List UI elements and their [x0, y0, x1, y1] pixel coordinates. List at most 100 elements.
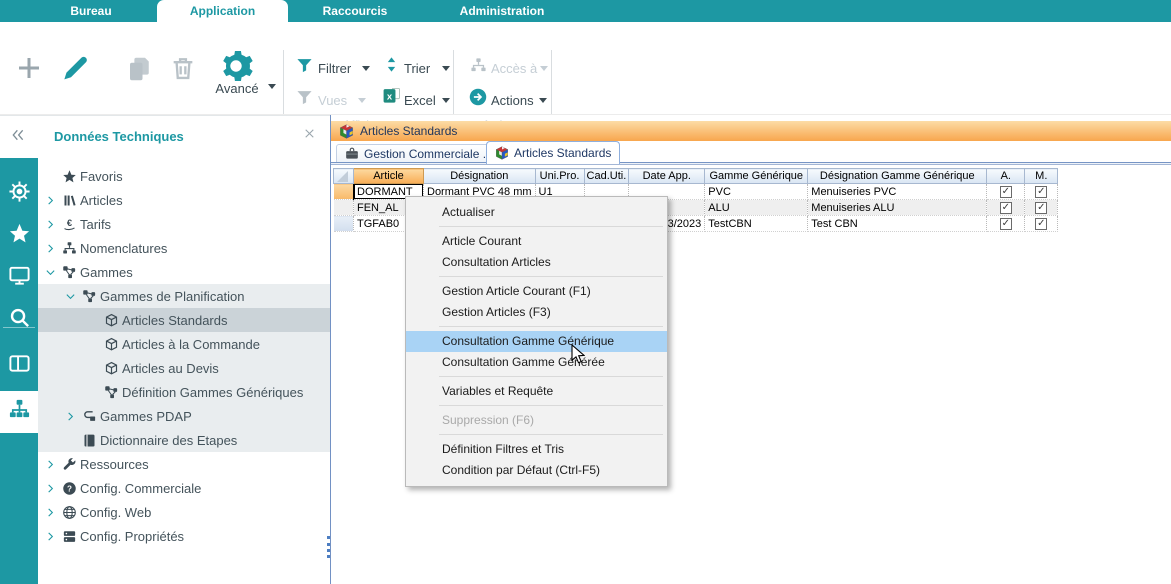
tree-item-tarifs[interactable]: € Tarifs: [38, 212, 330, 236]
checkbox-checked-icon[interactable]: ✓: [1035, 218, 1047, 230]
ribbon-tab-bureau[interactable]: Bureau: [30, 0, 152, 22]
tree-item-favoris[interactable]: Favoris: [38, 164, 330, 188]
cell-checkbox-a[interactable]: ✓: [987, 200, 1025, 216]
ribbon-tab-administration[interactable]: Administration: [428, 0, 576, 22]
filter-caret-icon[interactable]: [362, 66, 370, 71]
checkbox-checked-icon[interactable]: ✓: [1000, 218, 1012, 230]
rail-item-favorites[interactable]: [0, 215, 38, 257]
cell-checkbox-m[interactable]: ✓: [1025, 216, 1058, 232]
row-selector[interactable]: [334, 200, 354, 216]
tree-item-gammes-planification[interactable]: Gammes de Planification: [38, 284, 330, 308]
column-header-caduti[interactable]: Cad.Uti.: [584, 169, 629, 184]
cell-gamme[interactable]: PVC: [705, 184, 808, 200]
row-selector[interactable]: [334, 216, 354, 232]
tree-item-articles-devis[interactable]: Articles au Devis: [38, 356, 330, 380]
rail-item-monitor[interactable]: [0, 257, 38, 299]
panel-splitter[interactable]: [330, 115, 331, 584]
column-header-gamme[interactable]: Gamme Générique: [705, 169, 808, 184]
tab-articles-standards[interactable]: Articles Standards: [486, 141, 620, 164]
menu-item-gestion-article-courant[interactable]: Gestion Article Courant (F1): [406, 281, 667, 302]
splitter-handle-icon[interactable]: [327, 536, 330, 558]
edit-button[interactable]: [56, 51, 94, 89]
menu-item-variables-et-requete[interactable]: Variables et Requête: [406, 381, 667, 402]
column-header-unipro[interactable]: Uni.Pro.: [535, 169, 584, 184]
column-header-a[interactable]: A.: [987, 169, 1025, 184]
column-header-article[interactable]: Article: [354, 169, 424, 184]
menu-item-consultation-gamme-generee[interactable]: Consultation Gamme Générée: [406, 352, 667, 373]
cell-checkbox-m[interactable]: ✓: [1025, 200, 1058, 216]
cell-gamme[interactable]: ALU: [705, 200, 808, 216]
tree-item-articles-standards[interactable]: Articles Standards: [38, 308, 330, 332]
excel-button[interactable]: x: [381, 88, 401, 108]
cell-checkbox-a[interactable]: ✓: [987, 216, 1025, 232]
menu-item-article-courant[interactable]: Article Courant: [406, 231, 667, 252]
tree-item-articles-commande[interactable]: Articles à la Commande: [38, 332, 330, 356]
cell-desgamme[interactable]: Menuiseries ALU: [808, 200, 987, 216]
chevron-right-icon[interactable]: [42, 219, 58, 230]
select-all-corner[interactable]: [334, 169, 354, 184]
column-header-m[interactable]: M.: [1025, 169, 1058, 184]
tree-item-config-proprietes[interactable]: Config. Propriétés: [38, 524, 330, 548]
menu-item-condition-par-defaut[interactable]: Condition par Défaut (Ctrl-F5): [406, 460, 667, 481]
delete-button[interactable]: [166, 53, 200, 87]
ribbon-tab-raccourcis[interactable]: Raccourcis: [296, 0, 414, 22]
collapse-panel-icon[interactable]: [10, 127, 26, 148]
advanced-caret-icon[interactable]: [268, 84, 276, 89]
add-button[interactable]: [12, 53, 46, 87]
excel-caret-icon[interactable]: [442, 98, 450, 103]
chevron-down-icon[interactable]: [42, 267, 58, 278]
chevron-right-icon[interactable]: [42, 243, 58, 254]
server-icon: [58, 529, 80, 544]
tree-item-nomenclatures[interactable]: Nomenclatures: [38, 236, 330, 260]
tree-item-articles[interactable]: Articles: [38, 188, 330, 212]
cell-desgamme[interactable]: Test CBN: [808, 216, 987, 232]
menu-item-consultation-articles[interactable]: Consultation Articles: [406, 252, 667, 273]
chevron-down-icon[interactable]: [62, 291, 78, 302]
tree-item-config-web[interactable]: Config. Web: [38, 500, 330, 524]
sort-caret-icon[interactable]: [442, 66, 450, 71]
rail-item-wheel[interactable]: [0, 173, 38, 215]
tree-item-definition-gammes-generiques[interactable]: Définition Gammes Génériques: [38, 380, 330, 404]
rail-item-hierarchy[interactable]: [0, 391, 38, 433]
tree-item-dictionnaire-etapes[interactable]: Dictionnaire des Etapes: [38, 428, 330, 452]
chevron-right-icon[interactable]: [42, 195, 58, 206]
sort-button[interactable]: [381, 57, 401, 77]
close-panel-icon[interactable]: [303, 127, 316, 145]
checkbox-checked-icon[interactable]: ✓: [1035, 186, 1047, 198]
column-header-designation[interactable]: Désignation: [424, 169, 536, 184]
menu-item-gestion-articles[interactable]: Gestion Articles (F3): [406, 302, 667, 323]
column-header-desgamme[interactable]: Désignation Gamme Générique: [808, 169, 987, 184]
actions-button[interactable]: [468, 89, 488, 109]
cell-checkbox-m[interactable]: ✓: [1025, 184, 1058, 200]
actions-caret-icon[interactable]: [539, 98, 547, 103]
views-label: Vues: [318, 93, 347, 108]
tree-item-ressources[interactable]: Ressources: [38, 452, 330, 476]
wrench-icon: [58, 457, 80, 472]
tree-label: Ressources: [80, 457, 149, 472]
chevron-right-icon[interactable]: [42, 507, 58, 518]
chevron-right-icon[interactable]: [42, 531, 58, 542]
cell-gamme[interactable]: TestCBN: [705, 216, 808, 232]
chevron-right-icon[interactable]: [42, 483, 58, 494]
chevron-right-icon[interactable]: [42, 459, 58, 470]
rail-item-search[interactable]: [0, 299, 38, 341]
menu-item-consultation-gamme-generique[interactable]: Consultation Gamme Générique: [406, 331, 667, 352]
menu-item-definition-filtres-et-tris[interactable]: Définition Filtres et Tris: [406, 439, 667, 460]
copy-button[interactable]: [122, 53, 158, 89]
rail-item-columns[interactable]: [0, 345, 38, 387]
chevron-right-icon[interactable]: [62, 411, 78, 422]
checkbox-checked-icon[interactable]: ✓: [1000, 186, 1012, 198]
tree-item-config-commerciale[interactable]: ? Config. Commerciale: [38, 476, 330, 500]
tree-item-gammes-pdap[interactable]: Gammes PDAP: [38, 404, 330, 428]
cell-desgamme[interactable]: Menuiseries PVC: [808, 184, 987, 200]
menu-item-actualiser[interactable]: Actualiser: [406, 202, 667, 223]
ribbon-tab-application[interactable]: Application: [157, 0, 288, 22]
row-selector[interactable]: [334, 184, 354, 200]
tree-item-gammes[interactable]: Gammes: [38, 260, 330, 284]
tab-gestion-commerciale[interactable]: Gestion Commerciale ...: [336, 144, 502, 163]
column-header-dateapp[interactable]: Date App.: [629, 169, 705, 184]
filter-button[interactable]: [294, 58, 314, 78]
cell-checkbox-a[interactable]: ✓: [987, 184, 1025, 200]
checkbox-checked-icon[interactable]: ✓: [1035, 202, 1047, 214]
checkbox-checked-icon[interactable]: ✓: [1000, 202, 1012, 214]
